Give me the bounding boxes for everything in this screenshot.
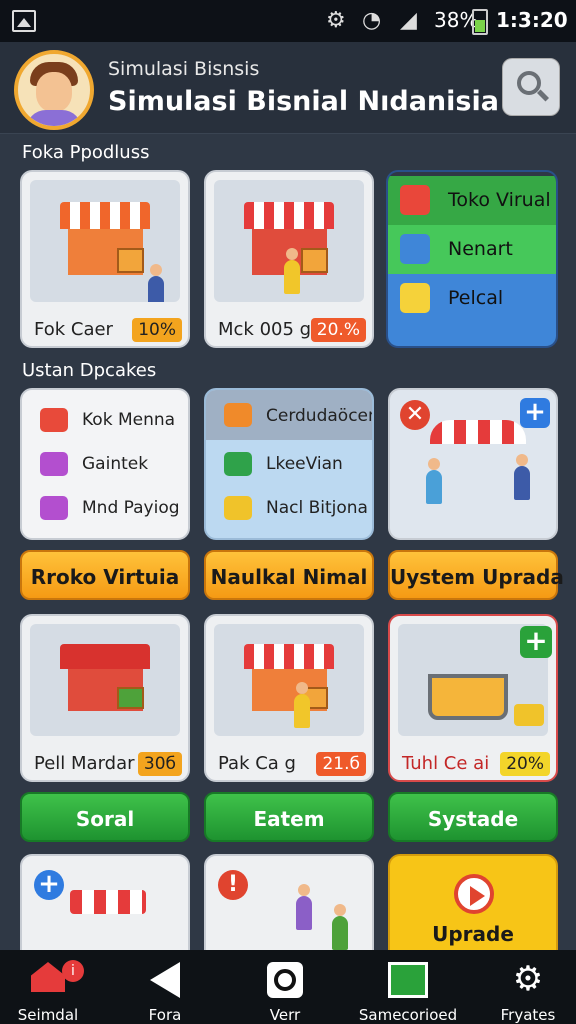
money-icon [224,452,252,476]
cart-icon [428,674,508,720]
header-subtitle: Simulasi Bisnsis [108,58,260,80]
gold-stack-icon [224,496,252,520]
nav-item-home[interactable]: i Seimdal [0,950,96,1024]
back-icon [150,962,180,998]
shop-card-6[interactable]: ! [204,854,374,964]
umbrella-image [430,420,526,444]
cart-card[interactable]: + Tuhl Ce ai 20% [388,614,558,782]
alert-icon[interactable]: ! [218,870,248,900]
percent-badge: 10% [132,318,182,342]
battery-icon [472,9,488,35]
bottom-nav: i Seimdal Fora Verr Samecorioed ⚙ Fryate… [0,950,576,1024]
grid-icon [388,962,428,998]
home-button-icon [267,962,303,998]
home-icon [31,962,65,992]
percent-badge: 20% [500,752,550,776]
market-stall-image [30,180,180,302]
add-icon[interactable]: + [34,870,64,900]
quick-menu: Toko Virual Nenart Pelcal [386,170,558,348]
eatem-button[interactable]: Eatem [204,792,374,842]
product-card-3[interactable]: Pell Mardar 30б [20,614,190,782]
list-item[interactable]: Gaintek [22,444,188,484]
wifi-icon: ◔ [362,8,382,33]
signal-icon: ◢ [400,8,417,33]
menu-item-nenart[interactable]: Nenart [388,225,556,274]
notification-badge: i [62,960,84,982]
product-label: Fok Caer [34,319,113,340]
list-item[interactable]: LkeeVian [206,444,372,484]
alarm-icon: ⚙ [326,8,346,33]
cube-icon [40,496,68,520]
folder-icon [400,283,430,313]
stall-image [70,890,146,914]
system-upgrade-button[interactable]: Uystem Uprada [388,550,564,600]
play-icon [454,874,494,914]
product-card-2[interactable]: Mck 005 g 20.% [204,170,374,348]
product-label: Pak Ca g [218,753,296,774]
nav-item-samecorioed[interactable]: Samecorioed [350,950,466,1024]
nav-item-fora[interactable]: Fora [120,950,210,1024]
status-bar: ⚙ ◔ ◢ 38% 1:3:20 [0,0,576,42]
list-item[interactable]: Kok Menna [22,400,188,440]
naulkal-nimal-button[interactable]: Naulkal Nimal [204,550,374,600]
gallery-icon [12,10,36,32]
avatar[interactable] [14,50,94,130]
market-stall-image [30,624,180,736]
menu-item-pelcal[interactable]: Pelcal [388,274,556,346]
add-icon[interactable]: + [520,626,552,658]
list-item[interactable]: Cerdudaöcen [206,390,372,440]
market-stall-image [214,180,364,302]
close-icon[interactable]: ✕ [400,400,430,430]
percent-badge: 30б [137,752,182,776]
gear-icon: ⚙ [512,959,544,999]
gift-icon [40,452,68,476]
search-button[interactable] [502,58,560,116]
product-label: Pell Mardar [34,753,135,774]
coins-icon [224,403,252,427]
list-item[interactable]: Nacl Bitjona [206,488,372,528]
product-label: Mck 005 g [218,319,312,340]
menu-item-label: Nenart [448,238,513,260]
product-label: Tuhl Ce ai [402,753,490,774]
systade-button[interactable]: Systade [388,792,558,842]
percent-badge: 21.б [316,752,366,776]
list-panel-2: Cerdudaöcen LkeeVian Nacl Bitjona [204,388,374,540]
rroko-virtuia-button[interactable]: Rroko Virtuia [20,550,190,600]
page-title: Simulasi Bisnial Nıdanisia [108,86,499,117]
list-panel-1: Kok Menna Gaintek Mnd Payiog [20,388,190,540]
section-title-updates: Ustan Dpcakes [22,360,157,381]
upgrade-card[interactable]: Uprade [388,854,558,964]
percent-badge: 20.% [310,318,366,342]
shop-card-5[interactable]: + [20,854,190,964]
menu-item-label: Pelcal [448,287,504,309]
add-icon[interactable]: + [520,398,550,428]
section-title-products: Foka Ppodluss [22,142,150,163]
search-icon [400,234,430,264]
product-card-4[interactable]: Pak Ca g 21.б [204,614,374,782]
market-stall-image [214,624,364,736]
upgrade-label: Uprade [432,922,514,946]
nav-item-fryates[interactable]: ⚙ Fryates [480,950,576,1024]
menu-item-label: Toko Virual [448,189,551,211]
clock: 1:3:20 [496,8,568,32]
list-item[interactable]: Mnd Payiog [22,488,188,528]
shop-scene-card[interactable]: ✕ + [388,388,558,540]
menu-item-toko-virtual[interactable]: Toko Virual [388,176,556,225]
pin-icon [400,185,430,215]
product-card-1[interactable]: Fok Caer 10% [20,170,190,348]
nav-item-verr[interactable]: Verr [240,950,330,1024]
box-icon [40,408,68,432]
soral-button[interactable]: Soral [20,792,190,842]
